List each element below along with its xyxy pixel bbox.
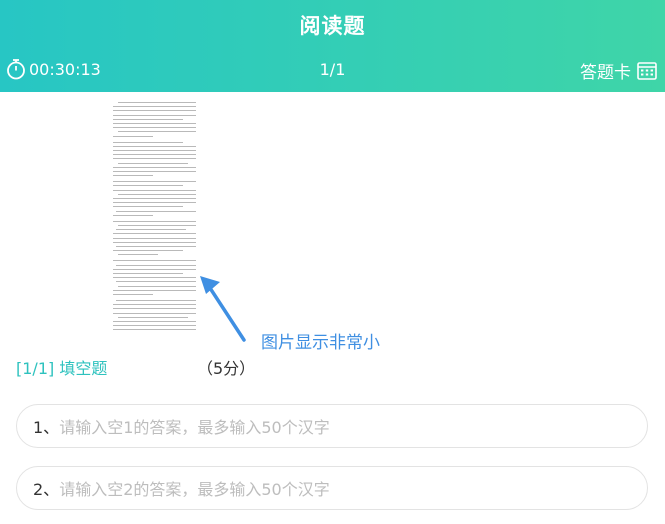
passage-text-line bbox=[113, 141, 183, 143]
passage-image[interactable] bbox=[112, 98, 200, 334]
passage-text-line bbox=[113, 233, 196, 235]
blank-input-1[interactable]: 1、 请输入空1的答案，最多输入50个汉字 bbox=[16, 404, 648, 448]
passage-text-line bbox=[116, 264, 196, 266]
passage-text-line bbox=[116, 246, 196, 247]
passage-text-line bbox=[113, 206, 183, 208]
blank-placeholder: 请输入空2的答案，最多输入50个汉字 bbox=[59, 480, 330, 499]
passage-text-line bbox=[113, 106, 196, 108]
passage-text-line bbox=[113, 123, 196, 124]
passage-text-line bbox=[113, 273, 183, 274]
passage-text-line bbox=[116, 229, 186, 231]
question-type: 填空题 bbox=[59, 359, 108, 378]
answer-card-button[interactable]: 答题卡 bbox=[580, 58, 657, 83]
passage-text-line bbox=[113, 241, 196, 243]
passage-text-line bbox=[113, 214, 153, 216]
passage-text-line bbox=[113, 189, 196, 191]
blank-index: 1、 bbox=[33, 418, 60, 437]
passage-text-line bbox=[113, 312, 196, 314]
passage-text-line bbox=[113, 166, 196, 168]
passage-text-line bbox=[113, 198, 196, 199]
question-score: （5分） bbox=[197, 359, 256, 378]
passage-text-line bbox=[113, 135, 153, 137]
passage-text-line bbox=[113, 294, 153, 295]
passage-text-line bbox=[116, 281, 196, 283]
passage-text-line bbox=[118, 102, 196, 103]
passage-text-line bbox=[118, 254, 158, 256]
passage-text-line bbox=[113, 250, 183, 252]
passage-text-line bbox=[113, 114, 196, 116]
passage-text-line bbox=[113, 329, 196, 331]
passage-text-line bbox=[116, 300, 196, 301]
passage-text-line bbox=[113, 171, 196, 172]
passage-text-line bbox=[118, 162, 188, 164]
passage-text-line bbox=[113, 277, 196, 279]
answer-card-label: 答题卡 bbox=[580, 63, 631, 83]
passage-text-line bbox=[113, 118, 183, 120]
passage-text-line bbox=[113, 145, 196, 147]
passage-text-line bbox=[113, 289, 196, 291]
annotation-arrow-icon bbox=[200, 276, 246, 342]
passage-text-line bbox=[113, 260, 196, 262]
passage-text-line bbox=[113, 308, 196, 310]
passage-text-line bbox=[113, 154, 196, 156]
passage-text-line bbox=[113, 237, 196, 239]
passage-text-line bbox=[113, 268, 196, 270]
passage-text-line bbox=[113, 304, 196, 306]
passage-text-line bbox=[113, 321, 196, 322]
header-bar: 阅读题 00:30:13 1/1 答题卡 bbox=[0, 0, 665, 92]
passage-text-line bbox=[113, 158, 196, 160]
passage-text-line bbox=[113, 220, 196, 222]
blank-index: 2、 bbox=[33, 480, 60, 499]
passage-text-line bbox=[113, 110, 196, 112]
passage-text-line bbox=[113, 185, 183, 187]
blank-input-2[interactable]: 2、 请输入空2的答案，最多输入50个汉字 bbox=[16, 466, 648, 510]
passage-text-line bbox=[113, 175, 153, 177]
question-index: [1/1] bbox=[16, 359, 55, 378]
answer-card-icon bbox=[637, 61, 657, 80]
passage-text-line bbox=[113, 202, 196, 204]
passage-text-line bbox=[116, 210, 196, 212]
passage-text-line bbox=[118, 285, 196, 287]
passage-text-line bbox=[118, 131, 196, 133]
passage-text-line bbox=[113, 181, 196, 183]
annotation-text: 图片显示非常小 bbox=[261, 333, 380, 353]
passage-text-line bbox=[113, 127, 196, 129]
passage-text-line bbox=[113, 325, 196, 327]
passage-text-line bbox=[118, 316, 188, 318]
passage-text-line bbox=[113, 150, 196, 151]
passage-text-line bbox=[118, 225, 196, 226]
page-title: 阅读题 bbox=[299, 14, 366, 38]
blank-placeholder: 请输入空1的答案，最多输入50个汉字 bbox=[59, 418, 330, 437]
passage-text-line bbox=[118, 193, 196, 195]
page-indicator: 1/1 bbox=[319, 60, 346, 79]
question-label: [1/1] 填空题 （5分） bbox=[16, 355, 255, 379]
